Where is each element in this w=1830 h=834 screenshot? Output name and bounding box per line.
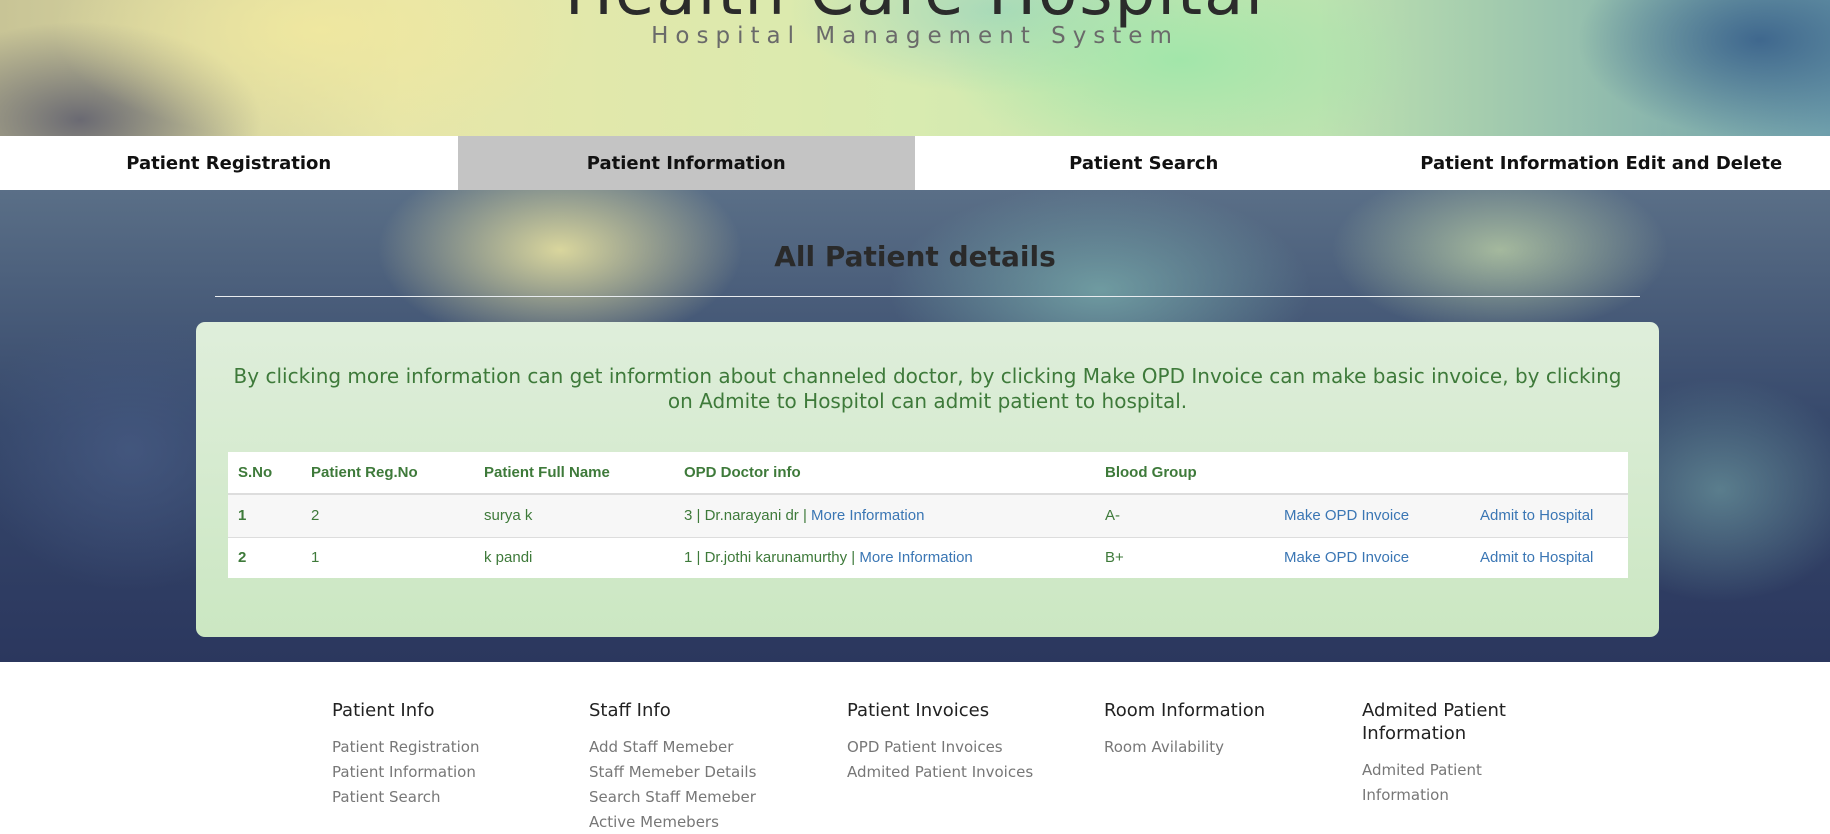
table-row: 1 2 surya k 3 | Dr.narayani dr | More In…: [228, 494, 1628, 538]
table-header-row: S.No Patient Reg.No Patient Full Name OP…: [228, 452, 1628, 495]
main-content: All Patient details By clicking more inf…: [0, 190, 1830, 662]
nav-patient-search[interactable]: Patient Search: [915, 136, 1373, 190]
cell-full-name: surya k: [474, 494, 674, 538]
doctor-info-text: 3 | Dr.narayani dr |: [684, 507, 812, 525]
patient-table: S.No Patient Reg.No Patient Full Name OP…: [228, 452, 1628, 578]
make-opd-invoice-link[interactable]: Make OPD Invoice: [1284, 507, 1409, 524]
instructions-text: By clicking more information can get inf…: [233, 364, 1622, 413]
main-nav: Patient Registration Patient Information…: [0, 136, 1830, 190]
footer-heading: Admited Patient Information: [1362, 700, 1506, 744]
footer-link-admitted-patient-information[interactable]: Admited Patient Information: [1362, 758, 1562, 808]
site-header: Health Care Hospital Hospital Management…: [0, 0, 1830, 137]
admit-to-hospital-link[interactable]: Admit to Hospital: [1480, 507, 1593, 524]
cell-sno: 1: [228, 494, 301, 538]
col-header-full-name: Patient Full Name: [474, 452, 674, 495]
make-opd-invoice-link[interactable]: Make OPD Invoice: [1284, 549, 1409, 566]
footer-link-patient-registration[interactable]: Patient Registration: [332, 735, 552, 760]
col-header-invoice: [1274, 452, 1470, 495]
footer-heading: Patient Info: [332, 700, 435, 721]
site-footer: Patient Info Patient Registration Patien…: [0, 662, 1830, 834]
cell-reg-no: 1: [301, 537, 474, 578]
more-information-link[interactable]: More Information: [811, 507, 924, 524]
footer-col-patient-info: Patient Info Patient Registration Patien…: [332, 699, 552, 810]
footer-link-admitted-invoices[interactable]: Admited Patient Invoices: [847, 760, 1067, 785]
nav-patient-registration[interactable]: Patient Registration: [0, 136, 458, 190]
footer-link-add-staff[interactable]: Add Staff Memeber: [589, 735, 809, 760]
cell-invoice: Make OPD Invoice: [1274, 537, 1470, 578]
table-row: 2 1 k pandi 1 | Dr.jothi karunamurthy | …: [228, 537, 1628, 578]
footer-link-patient-search[interactable]: Patient Search: [332, 785, 552, 810]
cell-reg-no: 2: [301, 494, 474, 538]
footer-link-active-members[interactable]: Active Memebers: [589, 810, 809, 834]
footer-link-patient-information[interactable]: Patient Information: [332, 760, 552, 785]
cell-invoice: Make OPD Invoice: [1274, 494, 1470, 538]
more-information-link[interactable]: More Information: [859, 549, 972, 566]
footer-col-room-information: Room Information Room Avilability: [1104, 699, 1324, 760]
cell-doctor-info: 3 | Dr.narayani dr | More Information: [674, 494, 1095, 538]
col-header-doctor-info: OPD Doctor info: [674, 452, 1095, 495]
title-divider: [215, 296, 1640, 297]
cell-admit: Admit to Hospital: [1470, 537, 1628, 578]
site-subtitle: Hospital Management System: [651, 23, 1179, 49]
cell-blood-group: A-: [1095, 494, 1274, 538]
cell-sno: 2: [228, 537, 301, 578]
footer-heading: Patient Invoices: [847, 700, 990, 721]
footer-heading: Room Information: [1104, 700, 1266, 721]
col-header-sno: S.No: [228, 452, 301, 495]
footer-col-admitted-patient-info: Admited Patient Information Admited Pati…: [1362, 699, 1562, 808]
footer-link-staff-details[interactable]: Staff Memeber Details: [589, 760, 809, 785]
doctor-info-text: 1 | Dr.jothi karunamurthy |: [684, 549, 860, 567]
cell-admit: Admit to Hospital: [1470, 494, 1628, 538]
col-header-reg-no: Patient Reg.No: [301, 452, 474, 495]
footer-link-room-availability[interactable]: Room Avilability: [1104, 735, 1324, 760]
nav-patient-edit-delete[interactable]: Patient Information Edit and Delete: [1373, 136, 1830, 190]
footer-link-opd-invoices[interactable]: OPD Patient Invoices: [847, 735, 1067, 760]
col-header-blood-group: Blood Group: [1095, 452, 1274, 495]
footer-col-staff-info: Staff Info Add Staff Memeber Staff Memeb…: [589, 699, 809, 834]
footer-link-search-staff[interactable]: Search Staff Memeber: [589, 785, 809, 810]
footer-col-patient-invoices: Patient Invoices OPD Patient Invoices Ad…: [847, 699, 1067, 785]
cell-doctor-info: 1 | Dr.jothi karunamurthy | More Informa…: [674, 537, 1095, 578]
col-header-admit: [1470, 452, 1628, 495]
footer-heading: Staff Info: [589, 700, 671, 721]
cell-blood-group: B+: [1095, 537, 1274, 578]
cell-full-name: k pandi: [474, 537, 674, 578]
nav-patient-information[interactable]: Patient Information: [457, 136, 915, 190]
patient-details-panel: By clicking more information can get inf…: [196, 322, 1659, 637]
admit-to-hospital-link[interactable]: Admit to Hospital: [1480, 549, 1593, 566]
page-title: All Patient details: [774, 240, 1056, 273]
